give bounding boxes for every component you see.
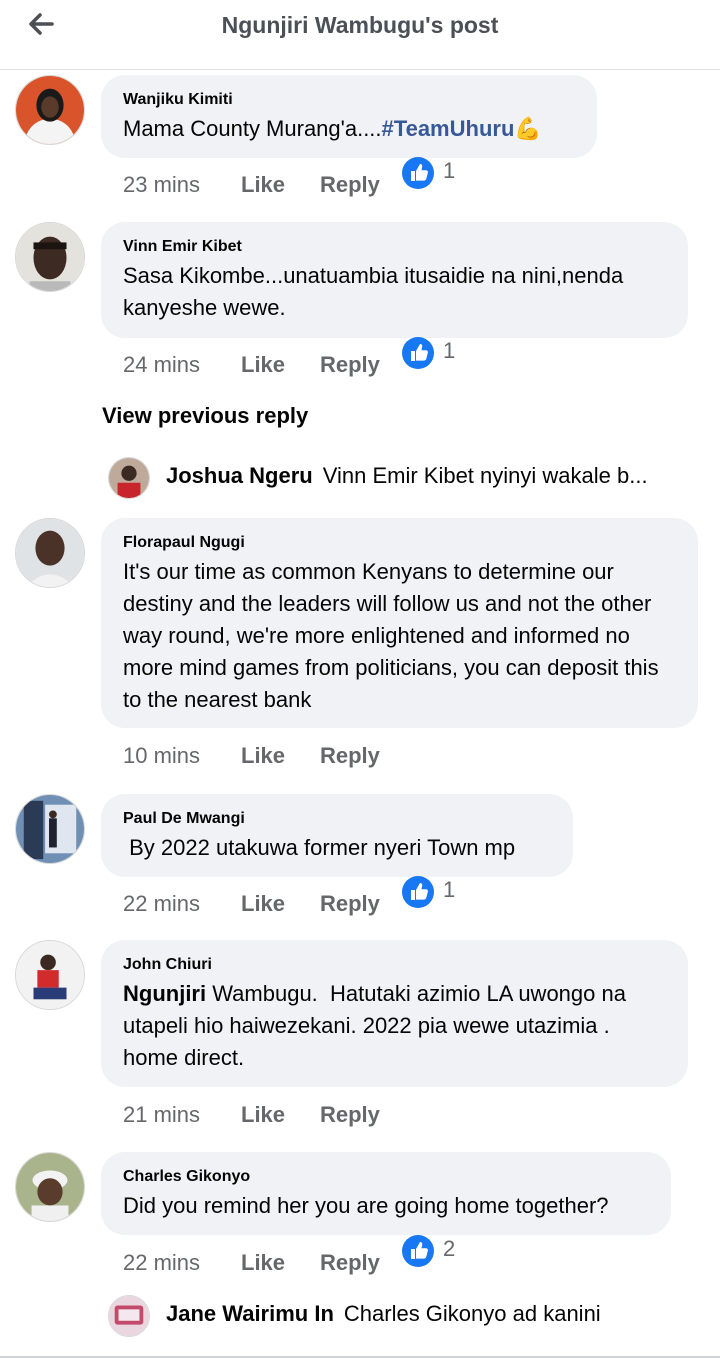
like-button[interactable]: Like [241, 170, 285, 200]
comment-bubble: Paul De Mwangi By 2022 utakuwa former ny… [101, 794, 573, 877]
comment-actions: 24 mins Like Reply 1 [123, 337, 623, 380]
avatar[interactable] [15, 940, 85, 1010]
reply-preview-text: Joshua Ngeru Vinn Emir Kibet nyinyi wakal… [166, 463, 686, 489]
like-button[interactable]: Like [241, 350, 285, 380]
flexed-biceps-icon: 💪 [514, 116, 542, 141]
comment-actions: 21 mins Like Reply [123, 1100, 623, 1130]
mention-link[interactable]: Ngunjiri [123, 981, 206, 1006]
avatar[interactable] [15, 518, 85, 588]
comment-author[interactable]: Vinn Emir Kibet [123, 238, 666, 256]
reply-button[interactable]: Reply [320, 170, 380, 200]
comment-text: Did you remind her you are going home to… [123, 1193, 609, 1218]
comment-time[interactable]: 24 mins [123, 350, 200, 380]
reply-preview-text: Jane Wairimu In Charles Gikonyo ad kanini [166, 1301, 686, 1327]
reply-preview[interactable]: Joshua Ngeru Vinn Emir Kibet nyinyi wakal… [108, 457, 708, 499]
reply-author[interactable]: Joshua Ngeru [166, 463, 313, 488]
comment-time[interactable]: 21 mins [123, 1100, 200, 1130]
comment-time[interactable]: 22 mins [123, 889, 200, 919]
reaction-count[interactable]: 1 [443, 336, 455, 366]
comment-author[interactable]: Florapaul Ngugi [123, 534, 676, 552]
hashtag-link[interactable]: #TeamUhuru [382, 116, 515, 141]
reply-button[interactable]: Reply [320, 889, 380, 919]
reply-preview[interactable]: Jane Wairimu In Charles Gikonyo ad kanini [108, 1295, 708, 1337]
avatar[interactable] [15, 75, 85, 145]
reaction-count[interactable]: 1 [443, 156, 455, 186]
like-button[interactable]: Like [241, 1100, 285, 1130]
comment-text: It's our time as common Kenyans to deter… [123, 559, 659, 712]
like-button[interactable]: Like [241, 741, 285, 771]
avatar[interactable] [15, 1152, 85, 1222]
comment-text: Ngunjiri Wambugu. Hatutaki azimio LA uwo… [123, 978, 666, 1074]
like-reaction-icon[interactable] [401, 336, 435, 370]
comment-bubble: Vinn Emir Kibet Sasa Kikombe...unatuambi… [101, 222, 688, 338]
comment-text-body: Mama County Murang'a.... [123, 116, 382, 141]
comment-bubble: Florapaul Ngugi It's our time as common … [101, 518, 698, 728]
page-title: Ngunjiri Wambugu's post [221, 12, 499, 38]
avatar[interactable] [108, 457, 150, 499]
reply-snippet: Vinn Emir Kibet nyinyi wakale b... [322, 463, 648, 488]
like-button[interactable]: Like [241, 889, 285, 919]
comment-text: Mama County Murang'a....#TeamUhuru💪 [123, 113, 575, 145]
comment-author[interactable]: John Chiuri [123, 956, 666, 974]
comment-author[interactable]: Paul De Mwangi [123, 810, 551, 828]
reply-snippet: Charles Gikonyo ad kanini [343, 1301, 601, 1326]
reply-button[interactable]: Reply [320, 1100, 380, 1130]
top-bar: Ngunjiri Wambugu's post [0, 0, 720, 70]
like-button[interactable]: Like [241, 1248, 285, 1278]
comment-actions: 23 mins Like Reply 1 [123, 157, 623, 200]
comment-time[interactable]: 22 mins [123, 1248, 200, 1278]
reaction-count[interactable]: 2 [443, 1234, 455, 1264]
avatar[interactable] [108, 1295, 150, 1337]
comment-actions: 22 mins Like Reply 1 [123, 876, 623, 919]
like-reaction-icon[interactable] [401, 875, 435, 909]
reply-button[interactable]: Reply [320, 1248, 380, 1278]
comment-time[interactable]: 23 mins [123, 170, 200, 200]
avatar[interactable] [15, 222, 85, 292]
avatar[interactable] [15, 794, 85, 864]
comment-author[interactable]: Charles Gikonyo [123, 1168, 649, 1186]
comment-bubble: Charles Gikonyo Did you remind her you a… [101, 1152, 671, 1235]
reply-button[interactable]: Reply [320, 350, 380, 380]
reply-button[interactable]: Reply [320, 741, 380, 771]
comment-time[interactable]: 10 mins [123, 741, 200, 771]
view-previous-reply-link[interactable]: View previous reply [102, 403, 308, 429]
reaction-count[interactable]: 1 [443, 875, 455, 905]
reply-author[interactable]: Jane Wairimu In [166, 1301, 334, 1326]
like-reaction-icon[interactable] [401, 1234, 435, 1268]
like-reaction-icon[interactable] [401, 156, 435, 190]
comment-actions: 10 mins Like Reply [123, 741, 623, 771]
comment-bubble: John Chiuri Ngunjiri Wambugu. Hatutaki a… [101, 940, 688, 1087]
comment-actions: 22 mins Like Reply 2 [123, 1235, 623, 1278]
comment-author[interactable]: Wanjiku Kimiti [123, 91, 575, 109]
comment-bubble: Wanjiku Kimiti Mama County Murang'a....#… [101, 75, 597, 158]
comment-text: Sasa Kikombe...unatuambia itusaidie na n… [123, 263, 624, 320]
comment-text: By 2022 utakuwa former nyeri Town mp [123, 835, 516, 860]
